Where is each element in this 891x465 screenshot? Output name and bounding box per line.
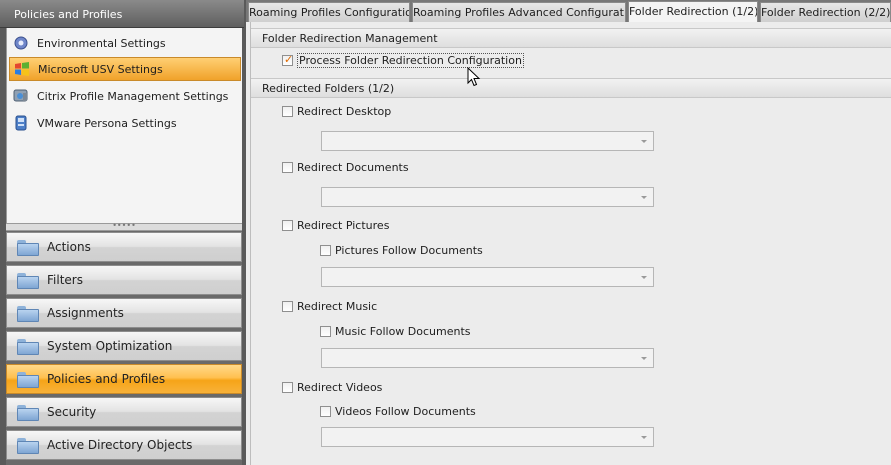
chevron-down-icon[interactable]	[641, 196, 647, 199]
redirect-desktop-checkbox[interactable]: Redirect Desktop	[282, 105, 391, 118]
checkbox-label: Videos Follow Documents	[335, 405, 476, 418]
checkbox-box[interactable]	[320, 326, 331, 337]
nav-button-active-directory-objects[interactable]: Active Directory Objects	[6, 430, 242, 460]
redirect-music-checkbox[interactable]: Redirect Music	[282, 300, 377, 313]
chevron-down-icon[interactable]	[641, 276, 647, 279]
nav-button-label: System Optimization	[47, 339, 173, 353]
left-panel-header: Policies and Profiles	[0, 0, 244, 28]
checkbox-box[interactable]	[282, 53, 293, 66]
checkbox-box[interactable]	[282, 162, 293, 173]
nav-button-assignments[interactable]: Assignments	[6, 298, 242, 328]
tab-roaming-profiles-configuration[interactable]: Roaming Profiles Configuration	[248, 2, 410, 22]
checkbox-label: Redirect Pictures	[297, 219, 390, 232]
nav-button-actions[interactable]: Actions	[6, 232, 242, 262]
mouse-cursor-icon	[467, 66, 481, 87]
videos-path-dropdown[interactable]	[321, 427, 654, 447]
list-item-label: Environmental Settings	[37, 36, 166, 50]
tab-folder-redirection-1[interactable]: Folder Redirection (1/2)	[628, 1, 758, 22]
chevron-down-icon[interactable]	[641, 436, 647, 439]
documents-path-dropdown[interactable]	[321, 187, 654, 207]
checkbox-label: Music Follow Documents	[335, 325, 471, 338]
music-follow-documents-checkbox[interactable]: Music Follow Documents	[320, 325, 471, 338]
checkbox-box[interactable]	[282, 220, 293, 231]
nav-button-label: Active Directory Objects	[47, 438, 193, 452]
folder-icon	[17, 438, 39, 454]
nav-button-policies-and-profiles[interactable]: Policies and Profiles	[6, 364, 242, 394]
nav-button-label: Filters	[47, 273, 83, 287]
tab-content: Folder Redirection Management Process Fo…	[250, 22, 891, 465]
list-item-vmware-persona-settings[interactable]: VMware Persona Settings	[9, 111, 241, 135]
tab-strip: Roaming Profiles Configuration Roaming P…	[246, 0, 891, 22]
tab-roaming-profiles-advanced-configuration[interactable]: Roaming Profiles Advanced Configuration	[412, 2, 626, 22]
process-folder-redirection-checkbox[interactable]: Process Folder Redirection Configuration	[282, 53, 524, 68]
citrix-icon	[13, 88, 29, 104]
left-panel: Policies and Profiles Environmental Sett…	[0, 0, 246, 465]
checkbox-box[interactable]	[320, 406, 331, 417]
folder-icon	[17, 405, 39, 421]
nav-button-label: Actions	[47, 240, 91, 254]
windows-icon	[14, 61, 30, 77]
list-item-microsoft-usv-settings[interactable]: Microsoft USV Settings	[9, 57, 241, 81]
panel-splitter[interactable]: •••••	[6, 222, 242, 231]
music-path-dropdown[interactable]	[321, 348, 654, 368]
nav-button-system-optimization[interactable]: System Optimization	[6, 331, 242, 361]
gear-icon	[13, 35, 29, 51]
videos-follow-documents-checkbox[interactable]: Videos Follow Documents	[320, 405, 476, 418]
chevron-down-icon[interactable]	[641, 357, 647, 360]
checkbox-box[interactable]	[282, 106, 293, 117]
checkbox-label: Pictures Follow Documents	[335, 244, 483, 257]
checkbox-label: Redirect Desktop	[297, 105, 392, 118]
checkbox-box[interactable]	[282, 301, 293, 312]
checkbox-label: Redirect Documents	[297, 161, 409, 174]
list-item-citrix-profile-management-settings[interactable]: Citrix Profile Management Settings	[9, 84, 241, 108]
nav-button-label: Security	[47, 405, 97, 419]
right-panel: Roaming Profiles Configuration Roaming P…	[246, 0, 891, 465]
desktop-path-dropdown[interactable]	[321, 131, 654, 151]
navigation-pane: Actions Filters Assignments System Optim…	[6, 231, 242, 465]
nav-button-label: Assignments	[47, 306, 124, 320]
nav-button-label: Policies and Profiles	[47, 372, 166, 386]
tab-folder-redirection-2[interactable]: Folder Redirection (2/2)	[760, 2, 891, 22]
vmware-icon	[13, 115, 29, 131]
list-item-label: VMware Persona Settings	[37, 116, 177, 130]
checkbox-label: Redirect Videos	[297, 381, 383, 394]
list-item-label: Microsoft USV Settings	[38, 62, 163, 76]
chevron-down-icon[interactable]	[641, 140, 647, 143]
section-header-redirected-folders: Redirected Folders (1/2)	[251, 78, 891, 98]
settings-list: Environmental Settings Microsoft USV Set…	[6, 28, 242, 223]
redirect-pictures-checkbox[interactable]: Redirect Pictures	[282, 219, 389, 232]
folder-icon	[17, 240, 39, 256]
checkbox-label: Process Folder Redirection Configuration	[297, 53, 524, 68]
folder-icon	[17, 372, 39, 388]
folder-icon	[17, 306, 39, 322]
pictures-path-dropdown[interactable]	[321, 267, 654, 287]
redirect-documents-checkbox[interactable]: Redirect Documents	[282, 161, 409, 174]
redirect-videos-checkbox[interactable]: Redirect Videos	[282, 381, 382, 394]
folder-icon	[17, 273, 39, 289]
section-header-folder-redirection-management: Folder Redirection Management	[251, 28, 891, 48]
list-item-environmental-settings[interactable]: Environmental Settings	[9, 31, 241, 55]
checkbox-box[interactable]	[282, 382, 293, 393]
nav-button-filters[interactable]: Filters	[6, 265, 242, 295]
nav-button-security[interactable]: Security	[6, 397, 242, 427]
pictures-follow-documents-checkbox[interactable]: Pictures Follow Documents	[320, 244, 483, 257]
folder-icon	[17, 339, 39, 355]
list-item-label: Citrix Profile Management Settings	[37, 89, 229, 103]
checkbox-label: Redirect Music	[297, 300, 378, 313]
checkbox-box[interactable]	[320, 245, 331, 256]
